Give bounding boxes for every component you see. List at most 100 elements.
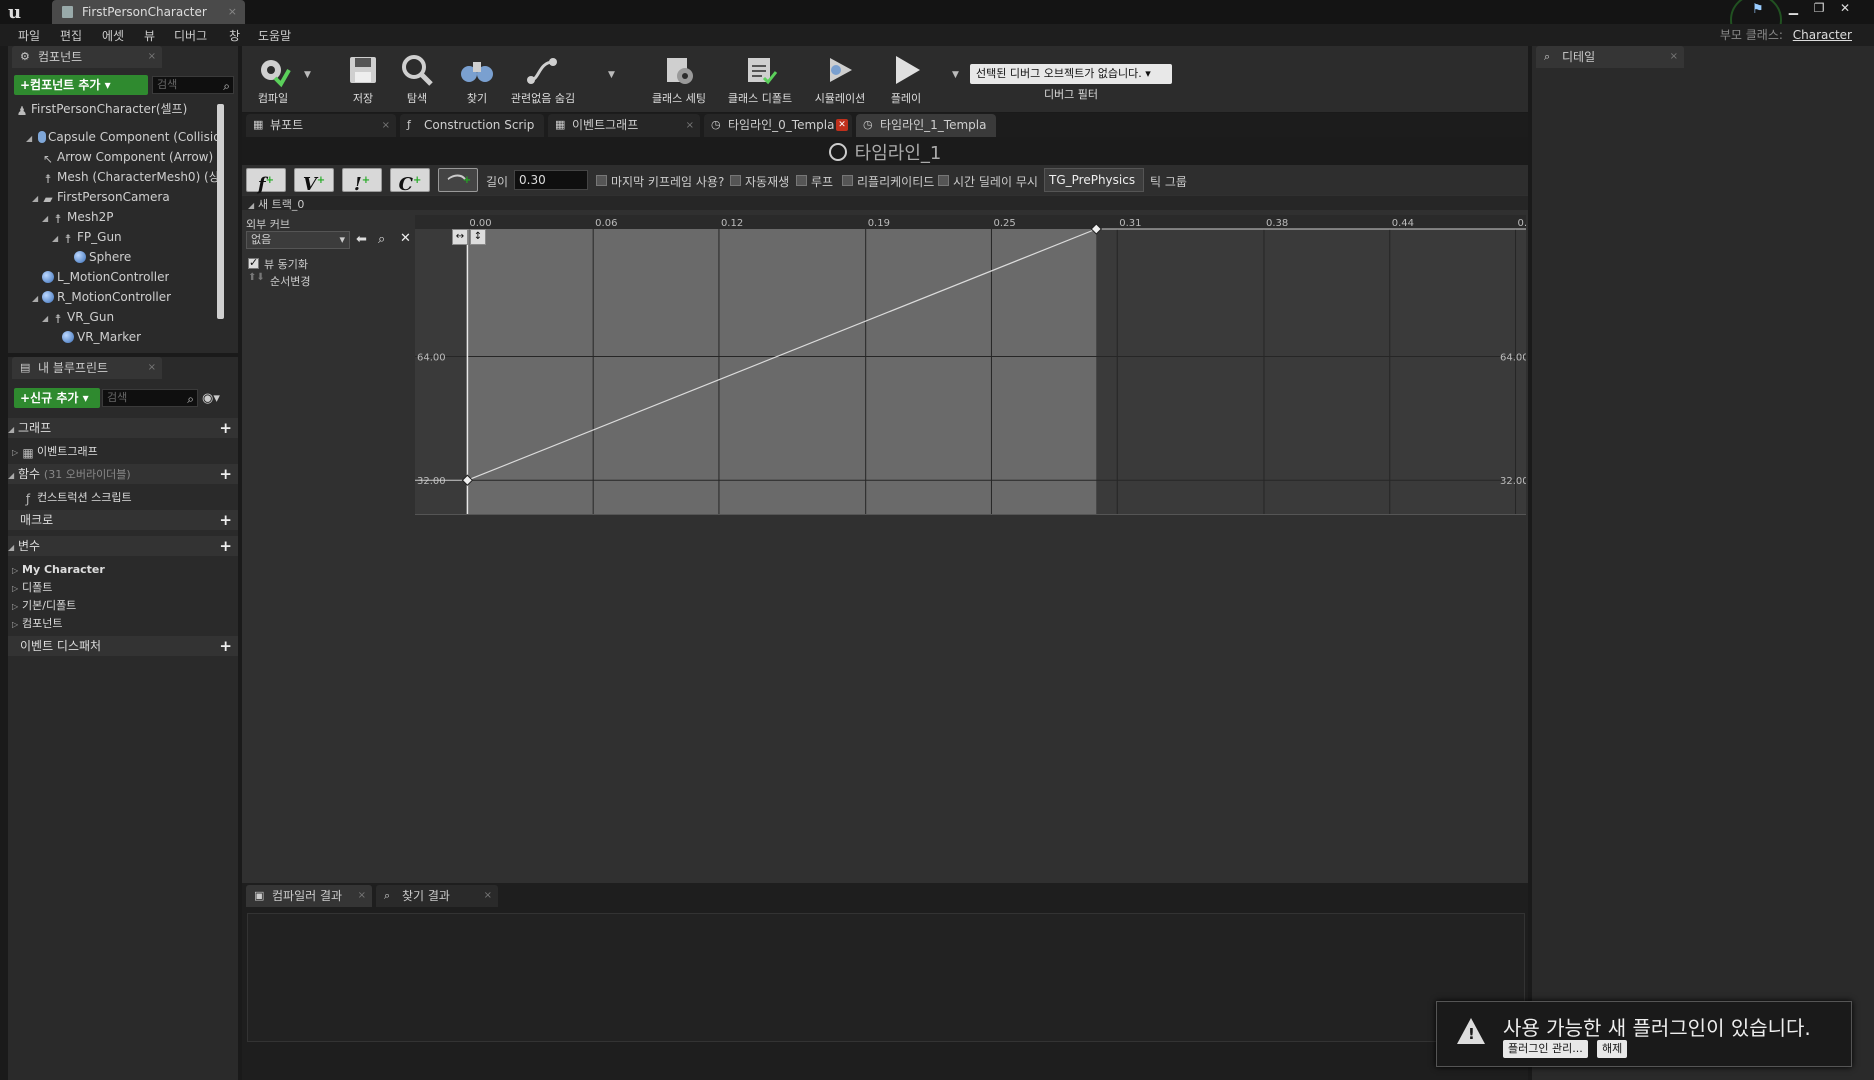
simulate-button[interactable]: 시뮬레이션: [806, 46, 874, 112]
close-panel-icon[interactable]: ×: [1670, 46, 1678, 68]
tab-construction-script[interactable]: ƒ Construction Scrip: [400, 114, 544, 137]
compile-button[interactable]: 컴파일: [244, 46, 302, 112]
compile-options-dropdown[interactable]: ▼: [304, 70, 311, 80]
tree-item-arrow[interactable]: ↖ Arrow Component (Arrow) (상: [42, 149, 222, 166]
add-dispatcher-plus-icon[interactable]: +: [219, 636, 232, 656]
expand-icon[interactable]: ◢: [32, 290, 42, 306]
clear-asset-icon[interactable]: ✕: [400, 231, 411, 246]
event-dispatchers-section[interactable]: 이벤트 디스패처 +: [8, 636, 238, 656]
debug-object-select[interactable]: 선택된 디버그 오브젝트가 없습니다. ▾: [970, 64, 1172, 84]
tree-item-fpgun[interactable]: ◢ ☨ FP_Gun: [52, 229, 122, 246]
expand-icon[interactable]: ◢: [26, 130, 36, 146]
add-new-button[interactable]: +신규 추가 ▾: [14, 388, 100, 408]
use-asset-arrow-icon[interactable]: ⬅: [356, 232, 367, 247]
external-curve-select[interactable]: 없음 ▾: [246, 231, 350, 249]
menu-file[interactable]: 파일: [18, 27, 40, 44]
tree-item-vrmarker[interactable]: VR_Marker: [62, 329, 141, 346]
replicated-checkbox[interactable]: [842, 175, 853, 186]
close-tab-icon[interactable]: ✕: [836, 119, 848, 131]
tab-event-graph[interactable]: ▦ 이벤트그래프 ×: [548, 114, 700, 137]
menu-edit[interactable]: 편집: [60, 27, 82, 44]
close-tab-icon[interactable]: ×: [358, 885, 366, 907]
collapse-icon[interactable]: ◢: [8, 538, 18, 558]
sync-view-checkbox[interactable]: [248, 256, 259, 269]
length-input[interactable]: 0.30: [514, 170, 588, 190]
tree-item-mesh2p[interactable]: ◢ ☨ Mesh2P: [42, 209, 113, 226]
tree-item-lmotion[interactable]: L_MotionController: [42, 269, 169, 286]
add-component-button[interactable]: +컴포넌트 추가 ▾: [14, 75, 148, 95]
add-external-curve-button[interactable]: ⌒+: [438, 168, 478, 195]
ignore-time-dilation-checkbox[interactable]: [938, 175, 949, 186]
variables-section[interactable]: ◢ 변수 +: [8, 536, 238, 556]
functions-section[interactable]: ◢ 함수 (31 오버라이더블) +: [8, 464, 238, 484]
tree-item-vrgun[interactable]: ◢ ☨ VR_Gun: [42, 309, 114, 326]
view-options-eye-icon[interactable]: ◉▾: [202, 391, 232, 407]
close-window-icon[interactable]: ✕: [1834, 0, 1856, 16]
var-category-base-default[interactable]: ▷ 기본/디폴트: [12, 598, 200, 614]
tree-item-camera[interactable]: ◢ ▰ FirstPersonCamera: [32, 189, 170, 206]
close-panel-icon[interactable]: ×: [148, 357, 156, 379]
expand-icon[interactable]: ▷: [12, 599, 22, 615]
expand-icon[interactable]: ◢: [32, 190, 42, 206]
tick-group-select[interactable]: TG_PrePhysics ▾: [1044, 168, 1144, 209]
fit-horizontal-icon[interactable]: ↔: [452, 229, 468, 245]
menu-view[interactable]: 뷰: [144, 27, 155, 44]
close-tab-icon[interactable]: ×: [484, 885, 492, 907]
browse-button[interactable]: 탐색: [392, 46, 442, 112]
close-panel-icon[interactable]: ×: [148, 46, 156, 68]
macros-section[interactable]: 매크로 +: [8, 510, 238, 530]
add-graph-plus-icon[interactable]: +: [219, 418, 232, 438]
autoplay-checkbox[interactable]: [730, 175, 741, 186]
class-defaults-button[interactable]: 클래스 디폴트: [720, 46, 800, 112]
tree-item-mesh[interactable]: ☨ Mesh (CharacterMesh0) (상속: [42, 169, 222, 186]
tab-viewport[interactable]: ▦ 뷰포트 ×: [246, 114, 396, 137]
restore-icon[interactable]: ❐: [1808, 0, 1830, 16]
play-button[interactable]: 플레이: [880, 46, 932, 112]
collapse-icon[interactable]: ◢: [8, 420, 18, 440]
components-search-input[interactable]: 검색 ⌕: [152, 76, 234, 94]
menu-debug[interactable]: 디버그: [174, 27, 207, 44]
curve-graph-svg[interactable]: 0.00 0.06 0.12 0.19 0.25 0.31 0.38 0.44 0.50 64.0…: [415, 215, 1540, 515]
minimize-icon[interactable]: ▁: [1782, 0, 1804, 16]
add-function-plus-icon[interactable]: +: [219, 464, 232, 484]
class-settings-button[interactable]: 클래스 세팅: [642, 46, 716, 112]
expand-icon[interactable]: ▷: [12, 563, 22, 579]
tree-item-capsule[interactable]: ◢ Capsule Component (Collision: [26, 129, 222, 146]
tab-timeline-1[interactable]: ◷ 타임라인_1_Templa: [856, 114, 996, 137]
tab-find-results[interactable]: ⌕ 찾기 결과 ×: [376, 885, 498, 907]
browse-asset-icon[interactable]: ⌕: [378, 232, 385, 247]
asset-tab[interactable]: FirstPersonCharacter ×: [52, 0, 245, 24]
play-options-dropdown[interactable]: ▼: [952, 70, 959, 80]
my-blueprint-tab[interactable]: ▤ 내 블루프린트 ×: [12, 357, 162, 379]
parent-class-link[interactable]: Character: [1793, 28, 1852, 42]
add-macro-plus-icon[interactable]: +: [219, 510, 232, 530]
details-tab[interactable]: ⌕ 디테일 ×: [1536, 46, 1684, 68]
expand-icon[interactable]: ◢: [42, 210, 52, 226]
expand-icon[interactable]: ▷: [12, 445, 22, 461]
var-category-my-character[interactable]: ▷ My Character: [12, 562, 200, 578]
add-vector-track-button[interactable]: V+: [294, 168, 334, 195]
blueprint-search-input[interactable]: 검색 ⌕: [102, 389, 198, 407]
add-event-track-button[interactable]: !+: [342, 168, 382, 195]
tree-item-sphere[interactable]: Sphere: [74, 249, 131, 266]
menu-help[interactable]: 도움말: [258, 27, 291, 44]
flag-icon[interactable]: ⚑: [1752, 2, 1766, 17]
var-category-components[interactable]: ▷ 컴포넌트: [12, 616, 200, 632]
unreal-logo-icon[interactable]: u: [8, 2, 30, 23]
close-tab-icon[interactable]: ×: [382, 114, 390, 137]
dismiss-button[interactable]: 해제: [1597, 1040, 1628, 1058]
var-category-default[interactable]: ▷ 디폴트: [12, 580, 200, 596]
event-graph-item[interactable]: ▷ ▦ 이벤트그래프: [12, 444, 200, 460]
expand-icon[interactable]: ◢: [52, 230, 62, 246]
loop-checkbox[interactable]: [796, 175, 807, 186]
find-button[interactable]: 찾기: [452, 46, 502, 112]
tab-timeline-0[interactable]: ◷ 타임라인_0_Templa ✕: [704, 114, 852, 137]
graph-section[interactable]: ◢ 그래프 +: [8, 418, 238, 438]
tree-item-rmotion[interactable]: ◢ R_MotionController: [32, 289, 171, 306]
tab-compiler-results[interactable]: ▣ 컴파일러 결과 ×: [246, 885, 372, 907]
menu-asset[interactable]: 에셋: [102, 27, 124, 44]
menu-window[interactable]: 창: [229, 27, 240, 44]
add-color-track-button[interactable]: C+: [390, 168, 430, 195]
tree-item-root[interactable]: ♟ FirstPersonCharacter(셀프): [16, 101, 188, 118]
construction-script-item[interactable]: ƒ 컨스트럭션 스크립트: [22, 490, 210, 506]
